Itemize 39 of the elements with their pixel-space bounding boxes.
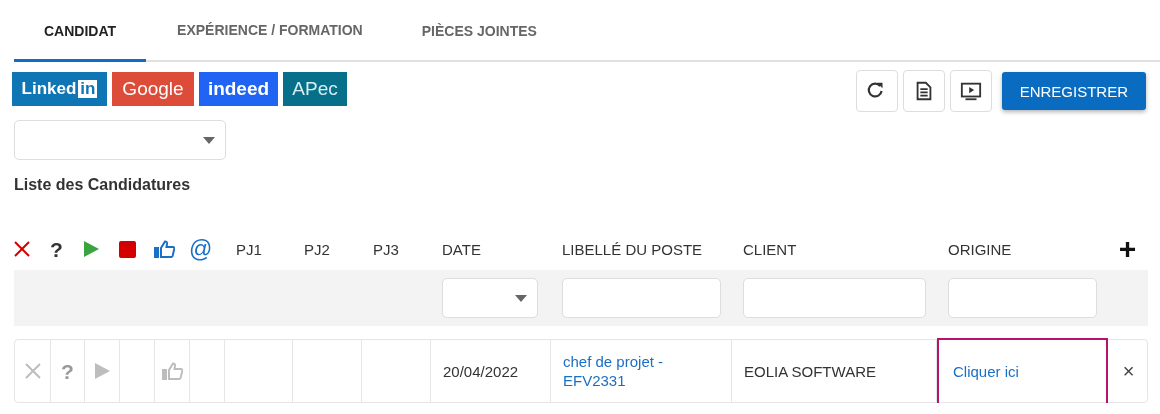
save-button[interactable]: ENREGISTRER (1001, 72, 1146, 110)
at-sign-icon[interactable]: @ (189, 237, 213, 261)
filter-input[interactable] (743, 278, 926, 318)
tab[interactable]: CANDIDAT (14, 0, 147, 62)
tab[interactable]: PIÈCES JOINTES (391, 0, 567, 62)
column-header: DATE (441, 240, 481, 258)
document-button[interactable] (902, 70, 945, 112)
filter-input[interactable] (562, 278, 721, 318)
filter-input[interactable] (948, 278, 1097, 318)
play-icon[interactable] (84, 241, 99, 257)
thumbs-up-icon[interactable] (154, 240, 175, 258)
stop-icon[interactable] (119, 240, 136, 258)
column-header: ORIGINE (947, 240, 1012, 258)
caret-icon (203, 136, 215, 144)
job-title-link[interactable]: chef de projet - EFV2331 (563, 352, 731, 390)
refresh-button[interactable] (855, 70, 898, 112)
tab[interactable]: EXPÉRIENCE / FORMATION (146, 0, 392, 62)
caret-icon (515, 294, 527, 302)
table-cell: EOLIA SOFTWARE (744, 362, 876, 380)
column-header: PJ1 (235, 240, 262, 258)
job-board-logo[interactable]: indeed (199, 72, 278, 106)
origin-link[interactable]: Cliquer ici (953, 362, 1019, 381)
table-cell: 20/04/2022 (443, 362, 519, 380)
screen-play-icon (959, 80, 982, 102)
job-board-logo[interactable]: Google (112, 72, 194, 106)
preview-button[interactable] (949, 70, 992, 112)
select-field[interactable] (14, 120, 226, 160)
question-icon: ? (61, 360, 74, 382)
remove-button[interactable]: × (1108, 340, 1149, 402)
cross-icon[interactable] (14, 241, 30, 257)
question-icon[interactable]: ? (50, 238, 63, 260)
section-title: Liste des Candidatures (14, 176, 192, 194)
column-header: PJ2 (303, 240, 330, 258)
column-header: LIBELLÉ DU POSTE (561, 240, 703, 258)
job-board-logo[interactable]: Linked in (12, 72, 107, 106)
add-button[interactable]: + (1118, 234, 1137, 264)
job-board-logo[interactable]: APec (283, 72, 347, 106)
column-header: PJ3 (372, 240, 399, 258)
column-header: CLIENT (742, 240, 797, 258)
